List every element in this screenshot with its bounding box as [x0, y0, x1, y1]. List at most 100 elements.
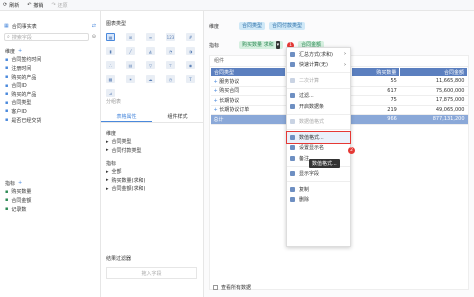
funnel-icon[interactable]: ▽	[146, 61, 155, 69]
switch-dataset-icon[interactable]: ⇄	[92, 23, 96, 29]
config-tabs: 表格属性 组件样式	[101, 112, 203, 123]
table-cell: 75,600,000	[399, 86, 468, 96]
dimension-field[interactable]: ▪ 购买的产品	[5, 90, 96, 99]
recalc-icon	[290, 77, 295, 83]
checkbox[interactable]	[213, 285, 218, 290]
cross-table-icon[interactable]: ⊞	[126, 33, 135, 41]
text-icon[interactable]: T	[186, 75, 195, 83]
dimension-field[interactable]: ▪ 合同ID	[5, 81, 96, 90]
bar-icon[interactable]: ▮	[106, 47, 115, 55]
refresh-icon: ⟳	[3, 2, 8, 8]
calc-icon	[290, 62, 295, 68]
redo-button[interactable]: ↷ 还原	[51, 2, 67, 9]
tab-table-attr[interactable]: 表格属性	[101, 112, 152, 122]
dimension-field[interactable]: ▪ 合同类型	[5, 99, 96, 108]
search-icon: ⌕	[7, 34, 10, 40]
kpi-icon[interactable]: 123	[166, 33, 175, 41]
dropdown-arrow-icon[interactable]: ▾	[275, 41, 281, 49]
combo-icon[interactable]: ⊿	[106, 89, 115, 97]
top-toolbar: ⟳ 刷新 ↶ 撤销 ↷ 还原	[0, 0, 474, 11]
add-icon[interactable]: +	[18, 180, 22, 186]
total-cell: 总计	[210, 114, 286, 125]
dimension-field[interactable]: ▪ 客户ID	[5, 107, 96, 116]
menu-item-calc[interactable]: 快速计算(无) ›	[287, 60, 350, 71]
dimension-field[interactable]: ▪ 购买的产品	[5, 73, 96, 82]
refresh-button[interactable]: ⟳ 刷新	[3, 2, 19, 9]
field-type-icon: ▪	[5, 65, 9, 72]
column-header[interactable]: 合同金额	[399, 67, 468, 77]
metric-section: 指标 + ▪ 购买数量 ▪ 合同金额 ▪ 记录数	[5, 179, 96, 213]
menu-item-delete[interactable]: 删除	[287, 195, 350, 206]
area-icon[interactable]: ◭	[146, 47, 155, 55]
menu-item-format: 数据值格式	[287, 117, 350, 128]
menu-item-databar[interactable]: 开启数据条	[287, 101, 350, 112]
dim-tag[interactable]: 合同付款类型	[269, 22, 306, 30]
table-cell: 75	[351, 95, 400, 106]
chevron-right-icon: ›	[344, 51, 346, 58]
metric-item[interactable]: ▸ 全部	[106, 167, 203, 176]
field-type-icon: ▪	[5, 56, 9, 63]
table-cell: + 购买合同	[210, 86, 286, 96]
pie-icon[interactable]: ◔	[166, 47, 175, 55]
stacked-icon[interactable]: ▤	[126, 61, 135, 69]
word-cloud-icon[interactable]: ☁	[146, 75, 155, 83]
heat-icon[interactable]: ▩	[106, 75, 115, 83]
dim-item[interactable]: ▸ 合同类型	[106, 138, 203, 147]
dashboard-icon[interactable]: ◷	[166, 75, 175, 83]
search-input[interactable]: 搜索字段	[12, 34, 32, 41]
menu-item-copy[interactable]: 复制	[287, 184, 350, 195]
redo-icon: ↷	[51, 2, 56, 8]
field-type-icon: ▪	[5, 82, 9, 89]
map-icon[interactable]: ◉	[186, 61, 195, 69]
sum-icon	[290, 51, 295, 57]
scatter-icon[interactable]: ∴	[106, 61, 115, 69]
tree-icon[interactable]: ⊤	[166, 61, 175, 69]
table-icon: ▦	[4, 23, 9, 29]
dimension-field[interactable]: ▪ 合同签约时间	[5, 56, 96, 65]
metric-item[interactable]: ▸ 合同金额(求和)	[106, 185, 203, 194]
column-header[interactable]: 合同类型	[210, 67, 286, 77]
table-cell: 55	[351, 76, 400, 87]
filter-drop-zone[interactable]: 拖入字段	[106, 267, 197, 279]
metric-field[interactable]: ▪ 购买数量	[5, 188, 96, 197]
filter-title: 结果过滤器	[106, 256, 132, 262]
metric-tag-quantity[interactable]: 购买数量 求和 ▾	[239, 41, 284, 49]
search-box[interactable]: ⌕ 搜索字段	[4, 33, 89, 41]
tab-component-style[interactable]: 组件样式	[152, 112, 203, 122]
dimension-field[interactable]: ▪ 是否已经交货	[5, 116, 96, 125]
chart-config-panel: 图表类型 ▦ ⊞ ≡ 123 # ▮ ╱ ◭ ◔ ◑ ∴ ▤ ▽ ⊤ ◉ ▩ ✶ ☁ ◷ T ⊿ 分组表 表格属性 组件…	[101, 11, 204, 297]
radar-icon[interactable]: ✶	[126, 75, 135, 83]
table-icon[interactable]: ▦	[106, 33, 115, 41]
table-cell: 11,665,800	[399, 76, 468, 87]
field-type-icon: ▪	[5, 117, 9, 124]
number-icon[interactable]: #	[186, 33, 195, 41]
menu-item-show-field[interactable]: 显示字段	[287, 169, 350, 180]
gauge-icon[interactable]: ◑	[186, 47, 195, 55]
number-format-icon	[290, 134, 295, 140]
column-header[interactable]: 购买数量	[350, 67, 401, 77]
step-badge-2: 2	[348, 147, 355, 154]
menu-item-sum[interactable]: 汇总方式(求和) ›	[287, 49, 350, 60]
metric-title: 指标	[5, 180, 16, 187]
menu-item-number-format[interactable]: 数值格式...	[286, 131, 351, 144]
total-cell: 877,131,200	[399, 114, 468, 125]
menu-item-filter[interactable]: 过滤...	[287, 91, 350, 102]
add-icon[interactable]: +	[18, 48, 22, 54]
total-cell: 966	[351, 114, 400, 125]
menu-item-rename[interactable]: 设置显示名	[287, 143, 350, 154]
show-field-icon	[290, 171, 295, 177]
more-icon[interactable]: ⊝	[92, 34, 96, 40]
triangle-icon: ▸	[106, 185, 109, 192]
line-icon[interactable]: ╱	[126, 47, 135, 55]
metric-field[interactable]: ▪ 合同金额	[5, 196, 96, 205]
metric-section-title: 指标	[106, 160, 117, 167]
dataset-header: ▦ 合同事实表 ⇄	[0, 11, 100, 31]
dim-tag[interactable]: 合同类型	[239, 22, 266, 30]
dimension-field[interactable]: ▪ 注册时间	[5, 64, 96, 73]
metric-item[interactable]: ▸ 购买数量(求和)	[106, 176, 203, 185]
dim-item[interactable]: ▸ 合同付款类型	[106, 146, 203, 155]
metric-label: 指标	[209, 42, 220, 49]
undo-button[interactable]: ↶ 撤销	[27, 2, 43, 9]
metric-field[interactable]: ▪ 记录数	[5, 205, 96, 214]
detail-table-icon[interactable]: ≡	[146, 33, 155, 41]
